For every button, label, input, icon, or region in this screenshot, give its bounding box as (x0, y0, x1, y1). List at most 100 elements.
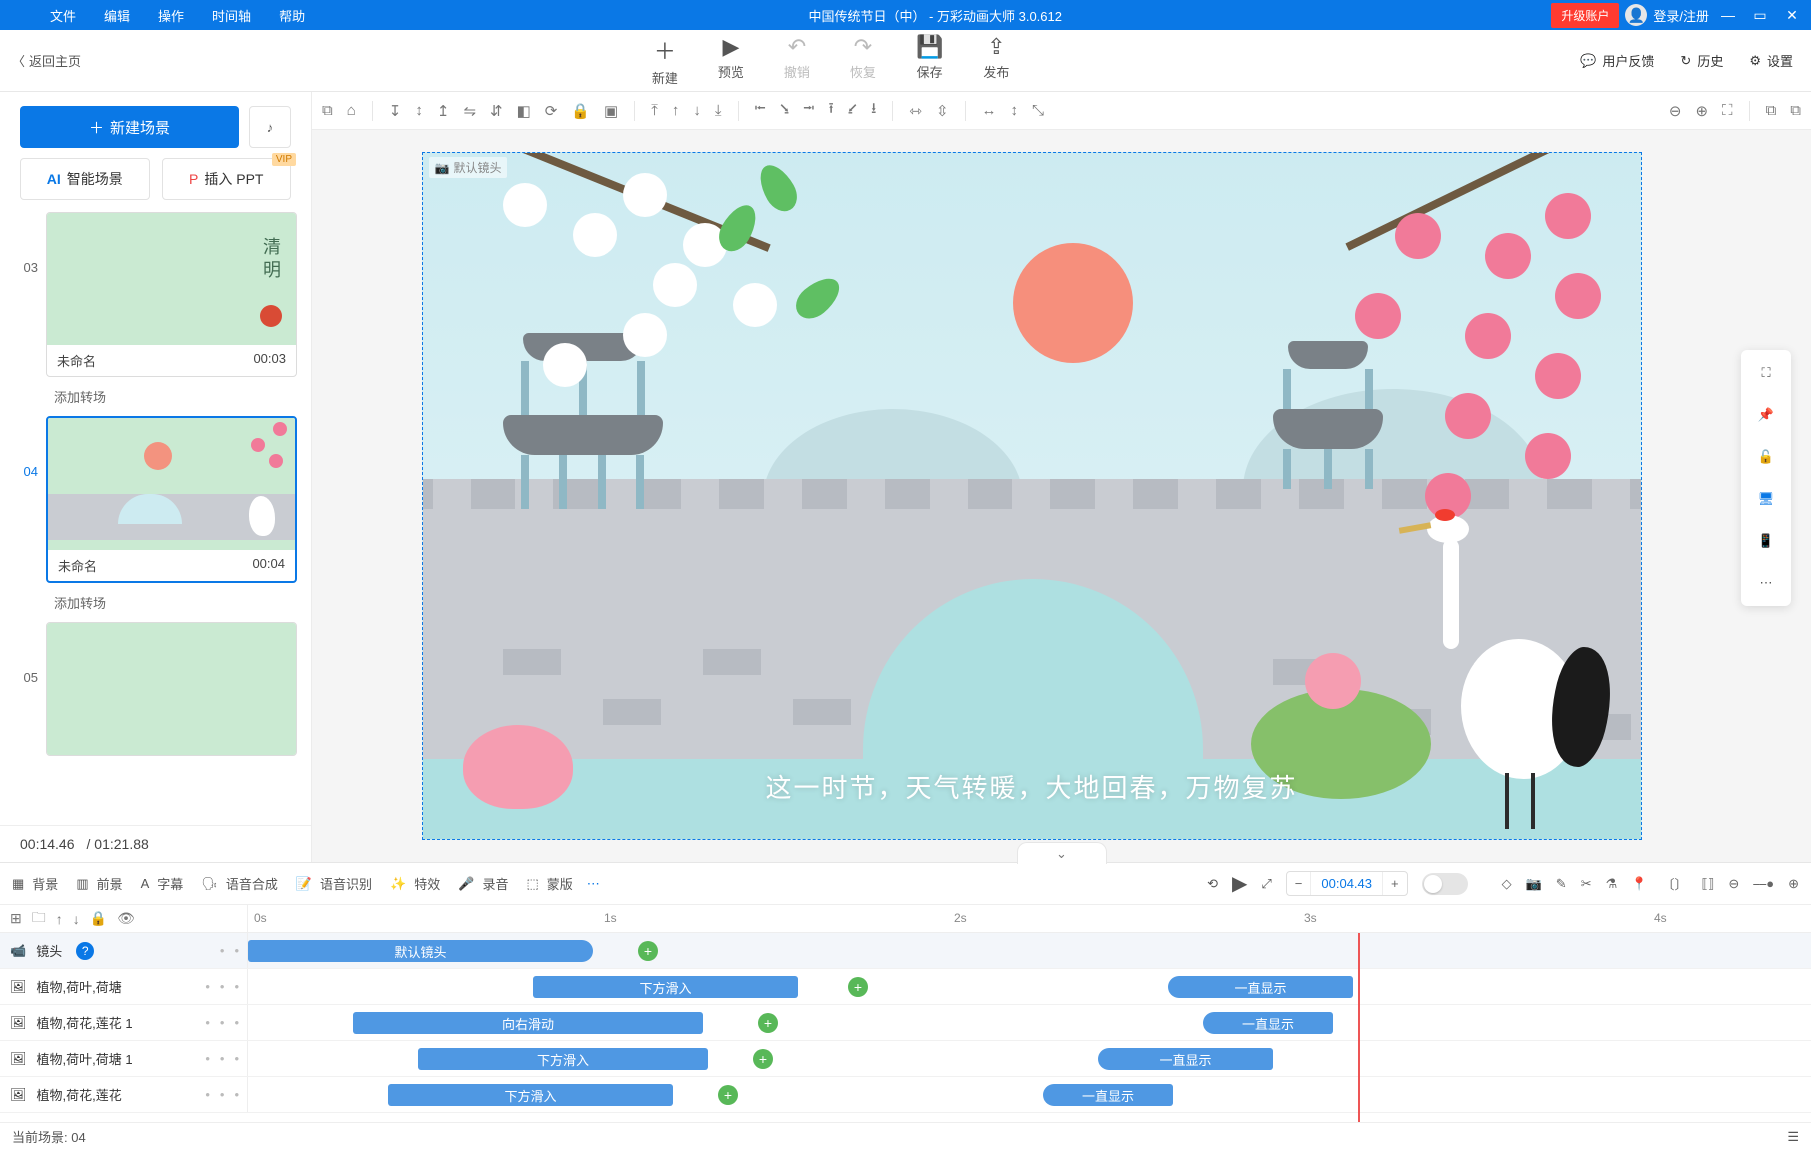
align-vtop-icon[interactable]: ⭱ (828, 98, 833, 123)
more-view-icon[interactable]: ⋯ (1751, 568, 1781, 598)
toolbar-设置[interactable]: ⚙设置 (1749, 51, 1793, 70)
track-dot[interactable]: • (234, 1051, 239, 1066)
align-middle-icon[interactable]: ↕ (415, 102, 423, 119)
timeline-more-icon[interactable]: ⋯ (587, 876, 600, 892)
tl-tool-字幕[interactable]: A字幕 (141, 874, 184, 893)
track-dot[interactable]: • (234, 1087, 239, 1102)
clip-一直显示[interactable]: 一直显示 (1168, 976, 1353, 998)
track-dot[interactable]: • (220, 1015, 225, 1030)
keyframe-icon[interactable]: ◇ (1502, 876, 1512, 892)
toolbar-保存[interactable]: 💾保存 (916, 34, 943, 87)
track-dot[interactable]: • (205, 979, 210, 994)
scene-music-button[interactable]: ♪ (249, 106, 291, 148)
align-top-icon[interactable]: ↧ (389, 102, 402, 120)
group-icon[interactable]: ▣ (604, 102, 618, 120)
camera-tool-icon[interactable]: ⧉ (322, 102, 333, 119)
toolbar-预览[interactable]: ▶预览 (718, 34, 744, 87)
pin-icon[interactable]: 📌 (1751, 400, 1781, 430)
track-dot[interactable]: • (205, 1087, 210, 1102)
match-height-icon[interactable]: ↕ (1011, 102, 1019, 119)
login-link[interactable]: 登录/注册 (1653, 6, 1709, 25)
clip-一直显示[interactable]: 一直显示 (1043, 1084, 1173, 1106)
bracket-icon[interactable]: 〔〕 (1661, 874, 1687, 893)
clip-下方滑入[interactable]: 下方滑入 (388, 1084, 673, 1106)
distribute-h-icon[interactable]: ⇿ (909, 102, 922, 120)
paste-icon[interactable]: ⧉ (1790, 102, 1801, 119)
align-left-icon[interactable]: ⭰ (755, 98, 766, 123)
track-dot[interactable]: • (234, 1015, 239, 1030)
add-keyframe-button[interactable]: + (848, 977, 868, 997)
copy-icon[interactable]: ⧉ (1766, 102, 1777, 119)
align-right-icon[interactable]: ⭲ (803, 98, 814, 123)
tl-lock-icon[interactable]: 🔒 (90, 910, 107, 927)
insert-ppt-button[interactable]: P 插入 PPT VIP (162, 158, 292, 200)
mobile-view-icon[interactable]: 📱 (1751, 526, 1781, 556)
flip-h-icon[interactable]: ⇋ (463, 102, 476, 120)
zoom-slider[interactable]: ⎯⎯● (1753, 876, 1774, 892)
mirror-icon[interactable]: ◧ (517, 102, 531, 120)
tl-eye-icon[interactable]: 👁 (117, 910, 135, 927)
ai-scene-button[interactable]: AI 智能场景 (20, 158, 150, 200)
layer-top-icon[interactable]: ⤒ (651, 102, 658, 119)
add-keyframe-button[interactable]: + (718, 1085, 738, 1105)
menu-文件[interactable]: 文件 (36, 1, 90, 30)
align-bottom-icon[interactable]: ↥ (437, 102, 450, 120)
align-vbot-icon[interactable]: ⭳ (871, 98, 876, 123)
rewind-icon[interactable]: ⟲ (1207, 876, 1218, 892)
toolbar-发布[interactable]: ⇪发布 (983, 34, 1009, 87)
status-list-icon[interactable]: ☰ (1787, 1129, 1799, 1145)
expand-icon[interactable]: ⤢ (1261, 876, 1271, 892)
track-dot[interactable]: • (220, 943, 225, 958)
clip-下方滑入[interactable]: 下方滑入 (418, 1048, 708, 1070)
scene-item-04[interactable]: 04未命名00:04 (14, 416, 297, 583)
match-width-icon[interactable]: ↔ (982, 102, 997, 119)
unlock-icon[interactable]: 🔓 (1751, 442, 1781, 472)
tl-tool-背景[interactable]: ▦背景 (12, 874, 58, 893)
lock-icon[interactable]: 🔒 (571, 102, 590, 120)
new-scene-button[interactable]: ＋ 新建场景 (20, 106, 239, 148)
pin2-icon[interactable]: 📍 (1631, 876, 1647, 892)
play-icon[interactable]: ▶ (1232, 871, 1247, 896)
clip-一直显示[interactable]: 一直显示 (1203, 1012, 1333, 1034)
close-button[interactable]: ✕ (1779, 7, 1805, 24)
track-dot[interactable]: • (234, 943, 239, 958)
tl-down-icon[interactable]: ↓ (73, 911, 80, 927)
snap-toggle[interactable] (1422, 873, 1468, 895)
back-home-button[interactable]: 〈 返回主页 (12, 51, 81, 70)
tl-tool-前景[interactable]: ▥前景 (76, 874, 122, 893)
zoom-out-timeline-icon[interactable]: ⊖ (1728, 876, 1739, 892)
tl-add-icon[interactable]: ⊞ (10, 910, 22, 927)
scene-item-03[interactable]: 03未命名00:03 (14, 212, 297, 377)
rotate-icon[interactable]: ⟳ (545, 102, 558, 120)
zoom-in-timeline-icon[interactable]: ⊕ (1788, 876, 1799, 892)
clip-默认镜头[interactable]: 默认镜头 (248, 940, 593, 962)
align-vmid-icon[interactable]: ⭹ (848, 98, 857, 123)
capture-icon[interactable]: 📷 (1526, 876, 1542, 892)
menu-编辑[interactable]: 编辑 (90, 1, 144, 30)
flip-v-icon[interactable]: ⇵ (490, 102, 503, 120)
tl-folder-icon[interactable]: 🗀 (32, 907, 46, 931)
layer-down-icon[interactable]: ↓ (693, 102, 701, 119)
track-dot[interactable]: • (220, 979, 225, 994)
toolbar-历史[interactable]: ↻历史 (1680, 51, 1723, 70)
help-icon[interactable]: ? (76, 942, 94, 960)
track-dot[interactable]: • (220, 1087, 225, 1102)
add-keyframe-button[interactable]: + (638, 941, 658, 961)
tl-tool-蒙版[interactable]: ⬚蒙版 (526, 874, 572, 893)
tl-tool-语音识别[interactable]: 📝语音识别 (296, 874, 372, 893)
track-dot[interactable]: • (205, 1015, 210, 1030)
toolbar-新建[interactable]: ＋新建 (652, 34, 678, 87)
collapse-canvas-button[interactable]: ⌄ (1017, 842, 1107, 864)
track-dot[interactable]: • (205, 1051, 210, 1066)
layer-up-icon[interactable]: ↑ (672, 102, 680, 119)
menu-操作[interactable]: 操作 (144, 1, 198, 30)
add-transition[interactable]: 添加转场 (54, 593, 297, 612)
time-minus-button[interactable]: − (1287, 872, 1312, 895)
track-dot[interactable]: • (234, 979, 239, 994)
zoom-in-icon[interactable]: ⊕ (1695, 102, 1708, 120)
tl-tool-语音合成[interactable]: 🗣语音合成 (201, 874, 278, 893)
toolbar-用户反馈[interactable]: 💬用户反馈 (1580, 51, 1654, 70)
menu-帮助[interactable]: 帮助 (265, 1, 319, 30)
tl-tool-录音[interactable]: 🎤录音 (458, 874, 508, 893)
edit-icon[interactable]: ✎ (1556, 876, 1567, 892)
